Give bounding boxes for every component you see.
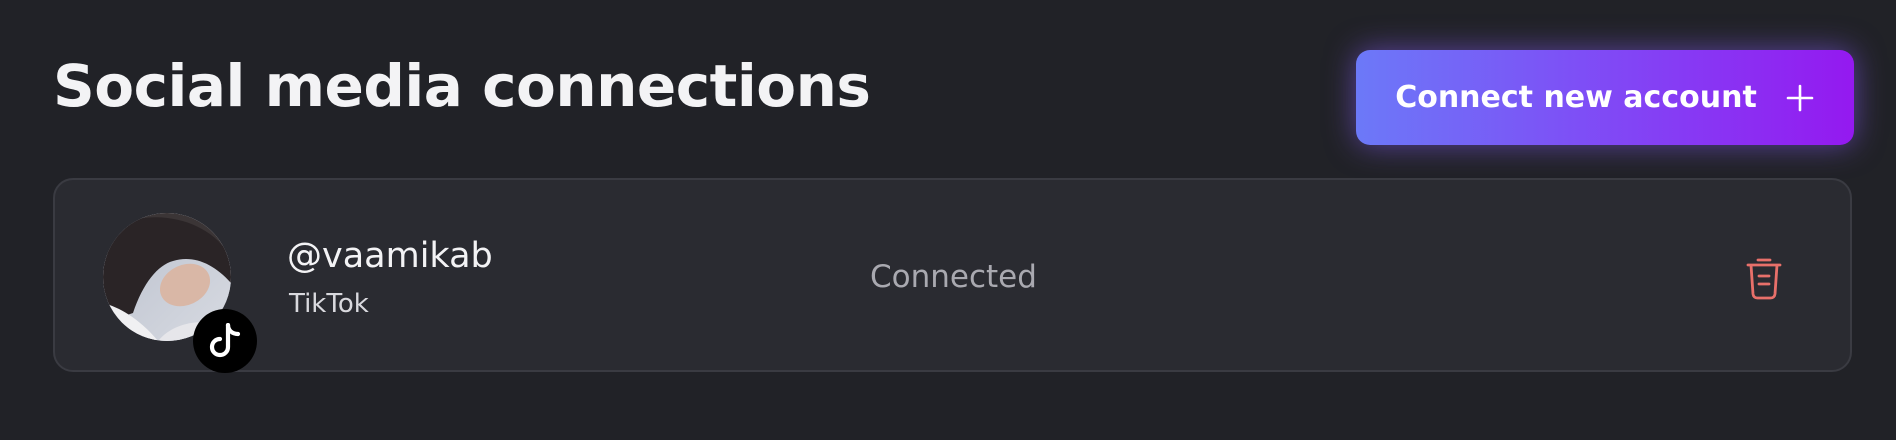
social-connections-page: Social media connections Connect new acc… bbox=[0, 0, 1896, 440]
connection-status: Connected bbox=[870, 259, 1037, 295]
account-platform: TikTok bbox=[289, 289, 369, 319]
account-avatar-group bbox=[103, 213, 257, 373]
page-title: Social media connections bbox=[53, 52, 871, 120]
connect-new-account-button[interactable]: Connect new account bbox=[1356, 50, 1854, 145]
connect-button-label: Connect new account bbox=[1395, 80, 1757, 115]
plus-icon bbox=[1785, 83, 1815, 113]
tiktok-icon bbox=[193, 309, 257, 373]
account-card: @vaamikab TikTok Connected bbox=[53, 178, 1852, 373]
trash-icon bbox=[1738, 258, 1790, 307]
delete-account-button[interactable] bbox=[1738, 252, 1790, 304]
account-handle: @vaamikab bbox=[287, 236, 493, 276]
